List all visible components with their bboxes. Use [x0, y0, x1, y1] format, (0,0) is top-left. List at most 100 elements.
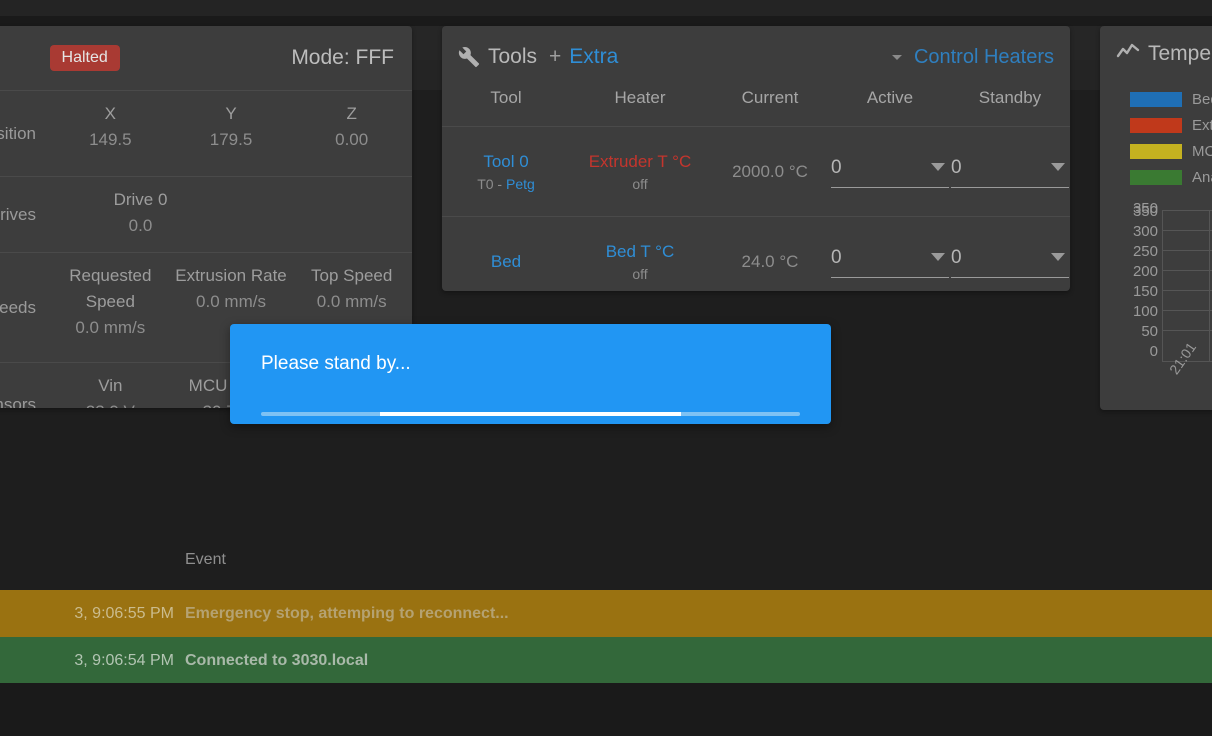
- col-header-event: Event: [185, 551, 226, 568]
- status-cell-spacer: [231, 177, 412, 252]
- status-row-label: Position: [0, 123, 36, 143]
- chevron-down-icon: [931, 163, 945, 171]
- top-band-secondary: [0, 16, 1212, 26]
- status-badge: Halted: [49, 45, 120, 71]
- standby-temperature-cell: 0: [950, 155, 1070, 188]
- tools-plus-separator: +: [549, 45, 562, 68]
- chart-x-axis: 21:01 21:02 21:03: [1162, 339, 1212, 408]
- gridline-horizontal: [1163, 210, 1212, 211]
- status-row-label: Sensors: [0, 394, 36, 409]
- control-heaters-button[interactable]: Control Heaters: [891, 45, 1054, 69]
- table-row[interactable]: 3, 9:06:54 PM Connected to 3030.local: [0, 637, 1212, 684]
- tools-extra-link[interactable]: Extra: [569, 45, 618, 69]
- active-temperature-value: 0: [831, 247, 842, 268]
- status-cell-x: X 149.5: [50, 91, 171, 176]
- tool-name-link[interactable]: Tool 0: [442, 150, 570, 174]
- legend-swatch: [1130, 91, 1182, 107]
- event-log-table: Event 3, 9:06:55 PM Emergency stop, atte…: [0, 530, 1212, 684]
- log-row-event: Connected to 3030.local: [185, 651, 369, 669]
- temperature-chart-panel: Temperature Chart Bed Extruder MCU Temp …: [1100, 26, 1212, 410]
- status-row-position: Position X 149.5 Y 179.5 Z 0.00: [0, 90, 412, 176]
- y-tick-300: 300: [1132, 223, 1158, 240]
- active-temperature-cell: 0: [830, 245, 950, 278]
- legend-label: Extruder: [1192, 116, 1212, 134]
- status-cell-y: Y 179.5: [171, 91, 292, 176]
- standby-temperature-value: 0: [951, 247, 962, 268]
- gridline-horizontal: [1163, 250, 1212, 251]
- standby-temperature-select[interactable]: 0: [951, 155, 1069, 188]
- col-header-tool: Tool: [490, 88, 522, 107]
- col-header-current: Current: [741, 88, 799, 107]
- status-cell-drive0: Drive 0 0.0: [50, 177, 231, 252]
- heater-name-link[interactable]: Bed T °C: [570, 240, 710, 264]
- table-row[interactable]: 3, 9:06:55 PM Emergency stop, attemping …: [0, 590, 1212, 637]
- temperature-chart-header: Temperature Chart: [1100, 26, 1212, 82]
- legend-swatch: [1130, 117, 1182, 133]
- heater-name-link[interactable]: Extruder T °C: [570, 150, 710, 174]
- gridline-horizontal: [1163, 330, 1212, 331]
- legend-swatch: [1130, 169, 1182, 185]
- log-row-event: Emergency stop, attemping to reconnect..…: [185, 604, 509, 622]
- standby-temperature-value: 0: [951, 157, 962, 178]
- vin-label: Vin: [98, 376, 123, 395]
- axis-value-y: 179.5: [209, 130, 253, 149]
- tool-cell[interactable]: Tool 0 T0 - Petg: [442, 150, 570, 194]
- current-temperature-cell: 24.0 °C: [710, 252, 830, 272]
- heater-state: off: [632, 175, 648, 192]
- gridline-horizontal: [1163, 270, 1212, 271]
- y-tick-200: 200: [1132, 263, 1158, 280]
- standby-temperature-select[interactable]: 0: [951, 245, 1069, 278]
- event-log-header: Event: [0, 530, 1212, 590]
- temperature-chart-title: Temperature Chart: [1148, 42, 1212, 65]
- heater-state: off: [632, 265, 648, 282]
- y-tick-350: 350: [1132, 203, 1158, 220]
- progress-bar-track: [261, 412, 800, 416]
- gridline-horizontal: [1163, 290, 1212, 291]
- tool-name-link[interactable]: Bed: [442, 250, 570, 274]
- top-speed-value: 0.0 mm/s: [316, 292, 387, 311]
- control-heaters-label: Control Heaters: [913, 45, 1054, 68]
- current-temperature-cell: 2000.0 °C: [710, 162, 830, 182]
- machine-mode-label: Mode: FFF: [291, 46, 394, 69]
- legend-swatch: [1130, 143, 1182, 159]
- heater-cell[interactable]: Extruder T °C off: [570, 150, 710, 194]
- chevron-down-icon: [1051, 163, 1065, 171]
- status-row-extruder-drives: Extruder Drives Drive 0 0.0: [0, 176, 412, 252]
- status-row-label: Extruder Drives: [0, 204, 36, 224]
- tool-filament-link[interactable]: Petg: [506, 176, 535, 192]
- active-temperature-select[interactable]: 0: [831, 245, 949, 278]
- tool-cell[interactable]: Bed: [442, 250, 570, 274]
- y-tick-250: 250: [1132, 243, 1158, 260]
- drive-value-0: 0.0: [128, 216, 153, 235]
- chevron-down-icon: [931, 253, 945, 261]
- tool-subtitle: T0 - Petg: [442, 174, 570, 194]
- status-row-cells: Drive 0 0.0: [50, 177, 412, 252]
- y-tick-0: 0: [1149, 343, 1158, 360]
- legend-item[interactable]: Extruder: [1130, 112, 1212, 138]
- legend-item[interactable]: MCU Temp: [1130, 138, 1212, 164]
- active-temperature-select[interactable]: 0: [831, 155, 949, 188]
- progress-bar-fill: [379, 412, 682, 416]
- tools-title: Tools: [488, 45, 538, 68]
- status-cell-vin: Vin 23.9 V: [50, 363, 171, 408]
- tools-table-header: Tool Heater Current Active Standby: [442, 88, 1070, 126]
- status-row-label: Speeds: [0, 297, 36, 317]
- tools-header: Tools + Extra Control Heaters: [442, 26, 1070, 88]
- col-header-standby: Standby: [978, 88, 1042, 107]
- legend-item[interactable]: Bed: [1130, 86, 1212, 112]
- table-row: Tool 0 T0 - Petg Extruder T °C off 2000.…: [442, 126, 1070, 216]
- y-tick-50: 50: [1141, 323, 1158, 340]
- status-cell-z: Z 0.00: [291, 91, 412, 176]
- col-header-heater: Heater: [614, 88, 666, 107]
- axis-value-z: 0.00: [335, 130, 369, 149]
- chart-plot: 350 350 300 250 200 150 100 50 0 21:01: [1100, 201, 1212, 382]
- heater-cell[interactable]: Bed T °C off: [570, 240, 710, 284]
- drive-label-0: Drive 0: [113, 190, 168, 209]
- y-tick-150: 150: [1132, 283, 1158, 300]
- legend-item[interactable]: Analog Sensor: [1130, 164, 1212, 190]
- app-root: Status Halted Mode: FFF Position X 149.5…: [0, 0, 1212, 736]
- tools-table: Tool Heater Current Active Standby Tool …: [442, 88, 1070, 291]
- active-temperature-cell: 0: [830, 155, 950, 188]
- axis-label-z: Z: [346, 104, 357, 123]
- standby-dialog: Please stand by...: [230, 324, 831, 424]
